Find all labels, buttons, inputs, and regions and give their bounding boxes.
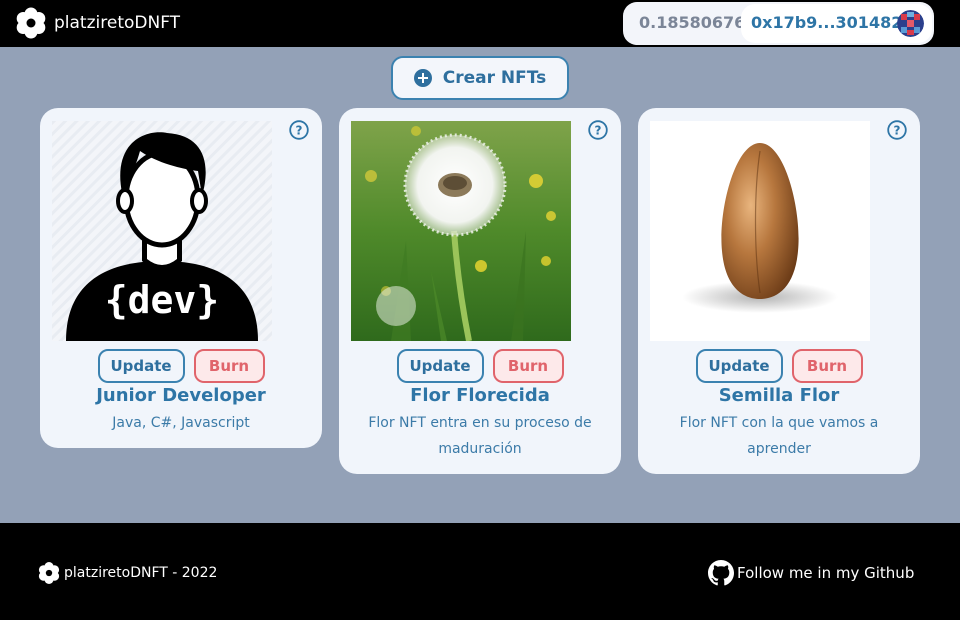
nft-card-flor-florecida: ? Update Burn Flor Florecida Flor NFT en… <box>339 108 621 474</box>
question-circle-icon[interactable]: ? <box>289 120 309 140</box>
flower-icon <box>38 562 60 584</box>
card-title: Flor Florecida <box>410 385 550 406</box>
wallet-address-pill[interactable]: 0x17b9...301482 <box>741 4 932 43</box>
footer-brand: platziretoDNFT - 2022 <box>37 561 217 585</box>
card-actions: Update Burn <box>638 349 920 383</box>
burn-button[interactable]: Burn <box>193 349 265 383</box>
github-link-label: Follow me in my Github <box>737 564 915 582</box>
create-nfts-button[interactable]: Crear NFTs <box>391 56 569 100</box>
card-title: Junior Developer <box>96 385 266 406</box>
svg-text:{dev}: {dev} <box>105 278 219 322</box>
brand[interactable]: platziretoDNFT <box>14 6 180 40</box>
identicon-avatar <box>897 10 924 37</box>
wallet-balance: 0.18580676 <box>639 13 746 32</box>
burn-button[interactable]: Burn <box>492 349 564 383</box>
wallet-address: 0x17b9...301482 <box>751 13 903 32</box>
question-circle-icon[interactable]: ? <box>887 120 907 140</box>
card-description: Flor NFT entra en su proceso de maduraci… <box>368 415 592 457</box>
nft-card-junior-developer: ? {dev} Update Burn Junior Developer Jav… <box>40 108 322 448</box>
svg-text:?: ? <box>296 124 303 138</box>
card-description: Java, C#, Javascript <box>112 415 250 431</box>
wallet-widget[interactable]: 0.18580676 0x17b9...301482 <box>623 2 934 45</box>
flower-icon <box>16 7 46 39</box>
developer-avatar-image: {dev} <box>52 121 272 341</box>
update-button[interactable]: Update <box>396 349 484 383</box>
seed-image <box>650 121 870 341</box>
card-description: Flor NFT con la que vamos a aprender <box>679 415 879 457</box>
burn-button[interactable]: Burn <box>791 349 863 383</box>
card-title: Semilla Flor <box>718 385 840 406</box>
github-link[interactable]: Follow me in my Github <box>708 560 914 586</box>
github-icon <box>708 560 734 586</box>
question-circle-icon[interactable]: ? <box>588 120 608 140</box>
top-navbar: platziretoDNFT 0.18580676 0x17b9...30148… <box>0 0 960 47</box>
create-nfts-label: Crear NFTs <box>442 68 547 88</box>
update-button[interactable]: Update <box>695 349 783 383</box>
svg-text:?: ? <box>595 124 602 138</box>
update-button[interactable]: Update <box>97 349 185 383</box>
footer: platziretoDNFT - 2022 Follow me in my Gi… <box>0 523 960 620</box>
card-actions: Update Burn <box>339 349 621 383</box>
plus-circle-icon <box>413 69 432 87</box>
footer-copyright: platziretoDNFT - 2022 <box>64 565 218 581</box>
brand-name: platziretoDNFT <box>54 13 181 33</box>
nft-card-semilla-flor: ? Update Burn Semilla Flor Flor NFT con … <box>638 108 920 474</box>
svg-text:?: ? <box>894 124 901 138</box>
dandelion-flower-image <box>351 121 571 341</box>
card-actions: Update Burn <box>40 349 322 383</box>
